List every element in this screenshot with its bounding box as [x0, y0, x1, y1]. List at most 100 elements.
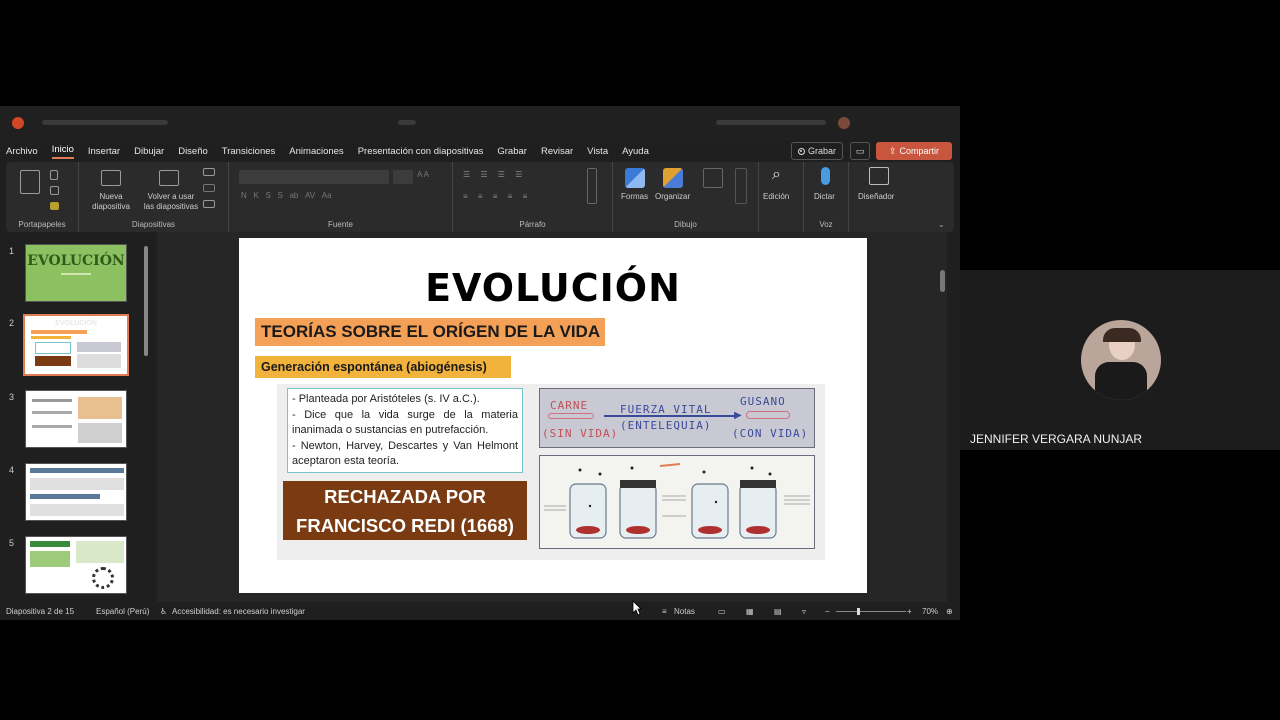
accessibility-icon[interactable]: ♿: [160, 607, 167, 616]
slide-2[interactable]: EVOLUCIÓN TEORÍAS SOBRE EL ORÍGEN DE LA …: [239, 238, 867, 593]
tab-revisar[interactable]: Revisar: [541, 146, 573, 157]
tab-insertar[interactable]: Insertar: [88, 146, 120, 157]
meat-drawing: [548, 413, 594, 419]
slide-subtitle[interactable]: TEORÍAS SOBRE EL ORÍGEN DE LA VIDA: [255, 318, 605, 346]
language-indicator[interactable]: Español (Perú): [96, 607, 149, 616]
record-button[interactable]: Grabar: [790, 142, 843, 160]
notes-button[interactable]: Notas: [674, 607, 695, 616]
shape-fill-icon[interactable]: [735, 168, 747, 204]
thumbnail-image[interactable]: [25, 390, 127, 448]
grow-font-icon[interactable]: A A: [417, 170, 429, 180]
thumbnail-slide-5[interactable]: 5: [0, 536, 150, 596]
microphone-icon[interactable]: [821, 167, 830, 185]
shapes-label[interactable]: Formas: [621, 192, 648, 202]
avatar-body: [1095, 362, 1147, 400]
canvas-scrollbar[interactable]: [937, 232, 947, 602]
reuse-slides-icon[interactable]: [159, 170, 179, 186]
align-icons[interactable]: ≡ ≡ ≡ ≡ ≡: [463, 192, 531, 202]
tab-ayuda[interactable]: Ayuda: [622, 146, 649, 157]
group-font: N K S S ab AV Aa A A Fuente: [229, 162, 453, 232]
tab-grabar[interactable]: Grabar: [497, 146, 527, 157]
layout-icon[interactable]: [203, 168, 215, 176]
redi-experiment-image[interactable]: [539, 455, 815, 549]
editing-label[interactable]: Edición: [763, 192, 789, 202]
thumbnails-scrollbar[interactable]: [143, 238, 149, 598]
font-format-icons[interactable]: N K S S ab AV Aa: [241, 191, 332, 201]
arrange-icon[interactable]: [663, 168, 683, 188]
tab-transiciones[interactable]: Transiciones: [222, 146, 276, 157]
zoom-level[interactable]: 70%: [922, 607, 938, 616]
slide-sorter-icon[interactable]: ▦: [746, 607, 754, 616]
tab-dibujar[interactable]: Dibujar: [134, 146, 164, 157]
reading-view-icon[interactable]: ▤: [774, 607, 782, 616]
tab-archivo[interactable]: Archivo: [6, 146, 38, 157]
thumbnail-slide-2[interactable]: 2 EVOLUCIÓN: [0, 314, 150, 376]
text-direction-icon[interactable]: [587, 168, 597, 204]
reset-icon[interactable]: [203, 184, 215, 192]
bullets-textbox[interactable]: - Planteada por Aristóteles (s. IV a.C.)…: [287, 388, 523, 473]
font-size-dropdown[interactable]: [393, 170, 413, 184]
paste-icon[interactable]: [20, 170, 40, 194]
share-button[interactable]: ⇪ Compartir: [876, 142, 952, 160]
new-slide-icon[interactable]: [101, 170, 121, 186]
scroll-thumb[interactable]: [144, 246, 148, 356]
bullet-2: - Dice que la vida surge de la materia i…: [292, 408, 518, 437]
cut-icon[interactable]: [50, 170, 58, 180]
collapse-ribbon-icon[interactable]: ⌄: [938, 220, 945, 230]
canvas-scroll-thumb[interactable]: [940, 270, 945, 292]
accessibility-status[interactable]: Accesibilidad: es necesario investigar: [172, 607, 305, 616]
notes-icon[interactable]: ≡: [662, 607, 667, 616]
thumbnail-slide-4[interactable]: 4: [0, 463, 150, 523]
zoom-out-icon[interactable]: −: [825, 607, 830, 616]
slide-title[interactable]: EVOLUCIÓN: [239, 266, 867, 310]
user-avatar[interactable]: [838, 117, 850, 129]
slideshow-icon[interactable]: ▿: [802, 607, 806, 616]
dictate-label[interactable]: Dictar: [814, 192, 835, 202]
thumb-image: [78, 423, 122, 443]
format-painter-icon[interactable]: [50, 202, 59, 210]
shapes-icon[interactable]: [625, 168, 645, 188]
thumb-line: [32, 425, 72, 428]
tab-vista[interactable]: Vista: [587, 146, 608, 157]
designer-icon[interactable]: [869, 167, 889, 185]
zoom-in-icon[interactable]: +: [907, 607, 912, 616]
thumbnail-slide-3[interactable]: 3: [0, 390, 150, 450]
rejected-box[interactable]: RECHAZADA POR FRANCISCO REDI (1668): [283, 481, 527, 540]
thumbnail-image[interactable]: [25, 536, 127, 594]
new-slide-button[interactable]: Nueva diapositiva: [83, 192, 139, 212]
font-name-dropdown[interactable]: [239, 170, 389, 184]
normal-view-icon[interactable]: ▭: [718, 607, 726, 616]
tab-diseno[interactable]: Diseño: [178, 146, 208, 157]
tab-inicio[interactable]: Inicio: [51, 144, 74, 159]
copy-icon[interactable]: [50, 186, 59, 195]
reuse-slides-button[interactable]: Volver a usar las diapositivas: [139, 192, 203, 212]
bullet-1: - Planteada por Aristóteles (s. IV a.C.)…: [292, 393, 480, 405]
comments-button[interactable]: ▭: [850, 142, 870, 160]
list-icons[interactable]: ☰ ☰ ☰ ☰: [463, 170, 526, 180]
record-icon: [797, 147, 805, 155]
fit-slide-icon[interactable]: ⊕: [946, 607, 953, 616]
designer-label[interactable]: Diseñador: [858, 192, 894, 202]
group-label-drawing: Dibujo: [674, 220, 697, 229]
participant-avatar: [1081, 320, 1161, 400]
quick-styles-icon[interactable]: [703, 168, 723, 188]
spontaneous-generation-diagram[interactable]: CARNE (SIN VIDA) FUERZA VITAL (ENTELEQUI…: [539, 388, 815, 448]
tab-presentacion[interactable]: Presentación con diapositivas: [358, 146, 484, 157]
record-button-label: Grabar: [807, 146, 836, 156]
thumb-diagram-2: [77, 354, 121, 368]
zoom-slider[interactable]: [836, 611, 906, 612]
arrange-label[interactable]: Organizar: [655, 192, 690, 202]
section-icon[interactable]: [203, 200, 215, 208]
thumbnail-image-selected[interactable]: EVOLUCIÓN: [23, 314, 129, 376]
zoom-slider-thumb[interactable]: [857, 608, 860, 615]
tab-animaciones[interactable]: Animaciones: [289, 146, 343, 157]
participant-name: JENNIFER VERGARA NUNJAR: [970, 432, 1143, 446]
thumb-block: [30, 504, 124, 516]
thumbnail-image[interactable]: EVOLUCIÓN: [25, 244, 127, 302]
slide-canvas: EVOLUCIÓN TEORÍAS SOBRE EL ORÍGEN DE LA …: [157, 232, 947, 602]
thumbnail-number: 5: [9, 538, 15, 548]
thumbnail-image[interactable]: [25, 463, 127, 521]
slide-section-heading[interactable]: Generación espontánea (abiogénesis): [255, 356, 511, 378]
find-icon[interactable]: ⌕: [772, 166, 781, 184]
thumbnail-slide-1[interactable]: 1 EVOLUCIÓN: [0, 244, 150, 304]
